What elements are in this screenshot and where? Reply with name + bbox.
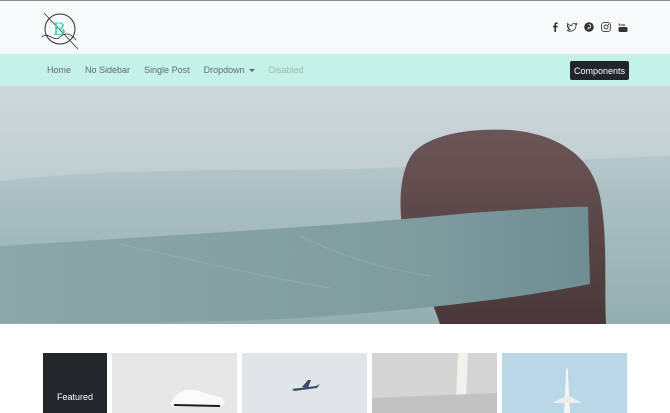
site-logo[interactable]: B [38,7,82,51]
instagram-icon[interactable] [601,21,611,33]
featured-card[interactable]: Featured [43,353,107,413]
nav-home[interactable]: Home [47,65,71,75]
svg-text:You: You [618,22,626,27]
featured-row: Featured [43,353,627,413]
featured-label: Featured [56,392,94,402]
hero-image [0,86,670,324]
nav-disabled: Disabled [268,65,304,75]
caret-down-icon [248,69,255,73]
youtube-icon[interactable]: You [618,21,628,33]
post-card-lamp[interactable] [372,353,497,413]
post-card-jet[interactable] [502,353,627,413]
pinterest-icon[interactable] [584,21,594,33]
site-header: B You [0,1,670,54]
nav-dropdown-label: Dropdown [203,65,245,75]
post-card-airplane[interactable] [242,353,367,413]
facebook-icon[interactable] [550,21,560,33]
components-button[interactable]: Components [570,61,629,80]
nav-single-post[interactable]: Single Post [144,65,190,75]
nav-dropdown[interactable]: Dropdown [204,65,255,75]
b-monogram-logo-icon: B [41,12,79,50]
social-links: You [550,21,628,33]
nav-no-sidebar[interactable]: No Sidebar [85,65,130,75]
svg-text:B: B [53,19,66,40]
post-card-sneaker[interactable] [112,353,237,413]
nav-links: Home No Sidebar Single Post Dropdown Dis… [47,54,318,86]
twitter-icon[interactable] [567,21,577,33]
